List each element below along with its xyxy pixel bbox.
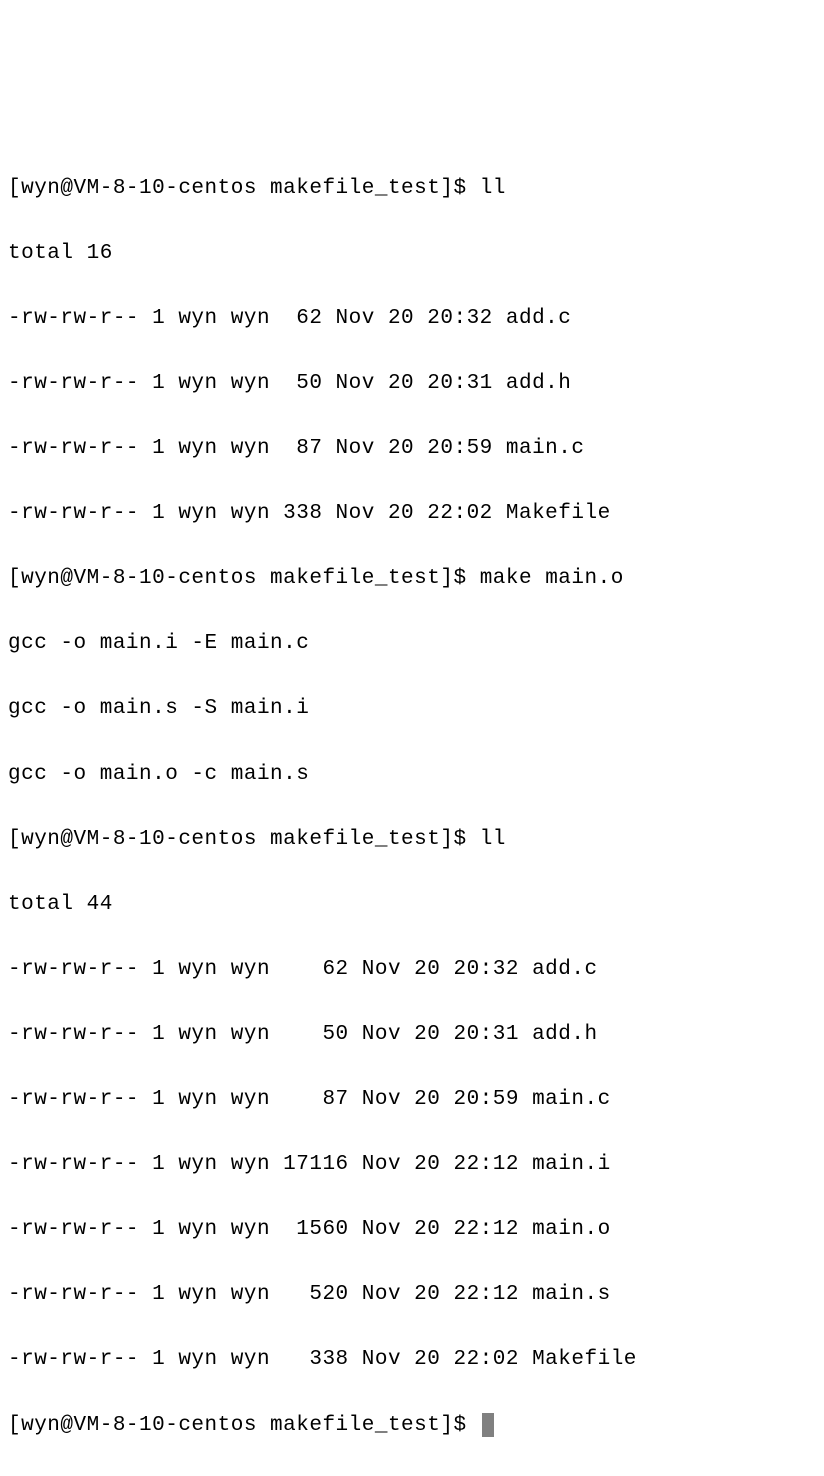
- output-line: -rw-rw-r-- 1 wyn wyn 87 Nov 20 20:59 mai…: [8, 433, 824, 466]
- prompt-line: [wyn@VM-8-10-centos makefile_test]$ make…: [8, 563, 824, 596]
- shell-prompt: [wyn@VM-8-10-centos makefile_test]$: [8, 177, 480, 200]
- output-line: total 16: [8, 238, 824, 271]
- shell-prompt: [wyn@VM-8-10-centos makefile_test]$: [8, 828, 480, 851]
- prompt-line: [wyn@VM-8-10-centos makefile_test]$ ll: [8, 173, 824, 206]
- output-line: -rw-rw-r-- 1 wyn wyn 17116 Nov 20 22:12 …: [8, 1149, 824, 1182]
- output-line: -rw-rw-r-- 1 wyn wyn 62 Nov 20 20:32 add…: [8, 954, 824, 987]
- output-line: -rw-rw-r-- 1 wyn wyn 62 Nov 20 20:32 add…: [8, 303, 824, 336]
- output-line: -rw-rw-r-- 1 wyn wyn 338 Nov 20 22:02 Ma…: [8, 1344, 824, 1377]
- output-line: -rw-rw-r-- 1 wyn wyn 87 Nov 20 20:59 mai…: [8, 1084, 824, 1117]
- output-line: total 44: [8, 889, 824, 922]
- shell-prompt: [wyn@VM-8-10-centos makefile_test]$: [8, 567, 480, 590]
- output-line: gcc -o main.o -c main.s: [8, 759, 824, 792]
- cursor-icon: [482, 1413, 494, 1437]
- output-line: -rw-rw-r-- 1 wyn wyn 50 Nov 20 20:31 add…: [8, 368, 824, 401]
- terminal-window[interactable]: [wyn@VM-8-10-centos makefile_test]$ ll t…: [8, 140, 824, 1474]
- output-line: -rw-rw-r-- 1 wyn wyn 338 Nov 20 22:02 Ma…: [8, 498, 824, 531]
- output-line: -rw-rw-r-- 1 wyn wyn 520 Nov 20 22:12 ma…: [8, 1279, 824, 1312]
- output-line: gcc -o main.s -S main.i: [8, 693, 824, 726]
- output-line: -rw-rw-r-- 1 wyn wyn 1560 Nov 20 22:12 m…: [8, 1214, 824, 1247]
- command-input: ll: [480, 828, 506, 851]
- output-line: gcc -o main.i -E main.c: [8, 628, 824, 661]
- prompt-line: [wyn@VM-8-10-centos makefile_test]$ ll: [8, 824, 824, 857]
- output-line: -rw-rw-r-- 1 wyn wyn 50 Nov 20 20:31 add…: [8, 1019, 824, 1052]
- command-input: ll: [480, 177, 506, 200]
- shell-prompt: [wyn@VM-8-10-centos makefile_test]$: [8, 1414, 480, 1437]
- prompt-line[interactable]: [wyn@VM-8-10-centos makefile_test]$: [8, 1410, 824, 1443]
- command-input: make main.o: [480, 567, 624, 590]
